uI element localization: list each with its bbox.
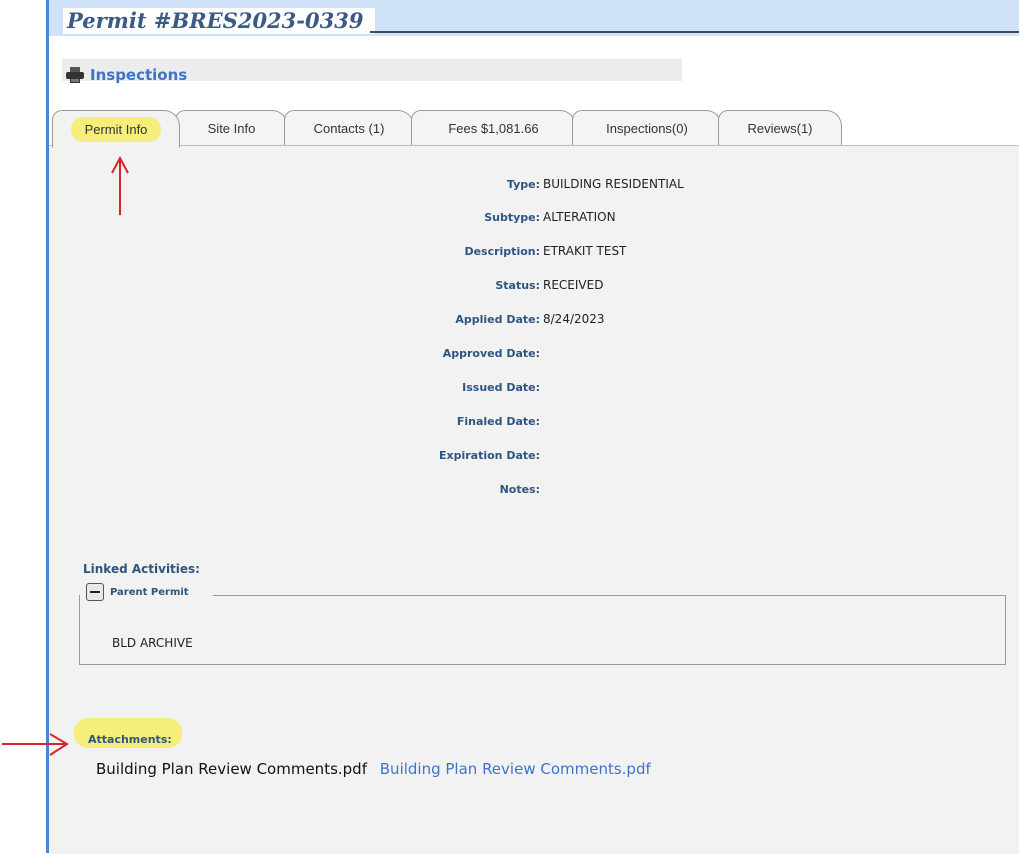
- field-finaled-date: Finaled Date:: [330, 413, 730, 433]
- field-value: 8/24/2023: [543, 312, 605, 326]
- annotation-arrow-right: [2, 733, 69, 756]
- inspections-link[interactable]: Inspections: [66, 66, 187, 84]
- field-subtype: Subtype: ALTERATION: [330, 209, 730, 229]
- attachments-title: Attachments:: [88, 733, 172, 746]
- linked-box-border: [213, 595, 1006, 596]
- field-value: ETRAKIT TEST: [543, 244, 627, 258]
- linked-activity-item[interactable]: BLD ARCHIVE: [112, 636, 193, 650]
- field-value: RECEIVED: [543, 278, 604, 292]
- field-notes: Notes:: [330, 481, 730, 501]
- tab-label: Site Info: [207, 120, 256, 136]
- field-status: Status: RECEIVED: [330, 277, 730, 297]
- field-label: Subtype:: [484, 211, 540, 224]
- linked-activities-box: [79, 595, 1006, 665]
- annotation-arrow-up: [111, 155, 129, 215]
- collapse-button[interactable]: [86, 583, 104, 601]
- printer-icon[interactable]: [66, 67, 84, 83]
- parent-permit-legend: Parent Permit: [86, 583, 193, 601]
- tab-bar: Permit Info Site Info Contacts (1) Fees …: [52, 106, 1019, 148]
- field-label: Approved Date:: [442, 347, 540, 360]
- attachment-row: Building Plan Review Comments.pdf Buildi…: [96, 760, 651, 778]
- parent-permit-label: Parent Permit: [110, 586, 189, 598]
- field-value: BUILDING RESIDENTIAL: [543, 177, 684, 191]
- field-issued-date: Issued Date:: [330, 379, 730, 399]
- field-approved-date: Approved Date:: [330, 345, 730, 365]
- field-label: Status:: [495, 279, 540, 292]
- tab-contacts[interactable]: Contacts (1): [284, 110, 414, 145]
- field-label: Applied Date:: [455, 313, 540, 326]
- tab-label: Inspections(0): [606, 120, 688, 136]
- inspections-link-label[interactable]: Inspections: [90, 66, 187, 84]
- tab-reviews[interactable]: Reviews(1): [718, 110, 842, 145]
- attachment-file-name: Building Plan Review Comments.pdf: [96, 760, 367, 778]
- field-label: Type:: [506, 178, 540, 191]
- field-label: Issued Date:: [462, 381, 540, 394]
- tab-label: Reviews(1): [747, 120, 813, 136]
- field-description: Description: ETRAKIT TEST: [330, 243, 730, 263]
- tab-site-info[interactable]: Site Info: [175, 110, 288, 145]
- tab-fees[interactable]: Fees $1,081.66: [411, 110, 576, 145]
- field-value: ALTERATION: [543, 210, 616, 224]
- tab-permit-info[interactable]: Permit Info: [52, 110, 180, 148]
- field-label: Notes:: [499, 483, 540, 496]
- field-label: Description:: [464, 245, 540, 258]
- tab-label: Contacts (1): [313, 120, 385, 136]
- field-type: Type: BUILDING RESIDENTIAL: [330, 176, 730, 196]
- tab-label: Fees $1,081.66: [448, 120, 539, 136]
- field-label: Finaled Date:: [456, 415, 540, 428]
- field-label: Expiration Date:: [438, 449, 540, 462]
- title-underline: [370, 31, 1019, 33]
- field-expiration-date: Expiration Date:: [330, 447, 730, 467]
- linked-activities-title: Linked Activities:: [83, 562, 200, 576]
- page-title: Permit #BRES2023-0339: [63, 8, 376, 34]
- tab-label: Permit Info: [70, 116, 162, 142]
- field-applied-date: Applied Date: 8/24/2023: [330, 311, 730, 331]
- attachment-link[interactable]: Building Plan Review Comments.pdf: [380, 760, 651, 778]
- tab-inspections[interactable]: Inspections(0): [572, 110, 722, 145]
